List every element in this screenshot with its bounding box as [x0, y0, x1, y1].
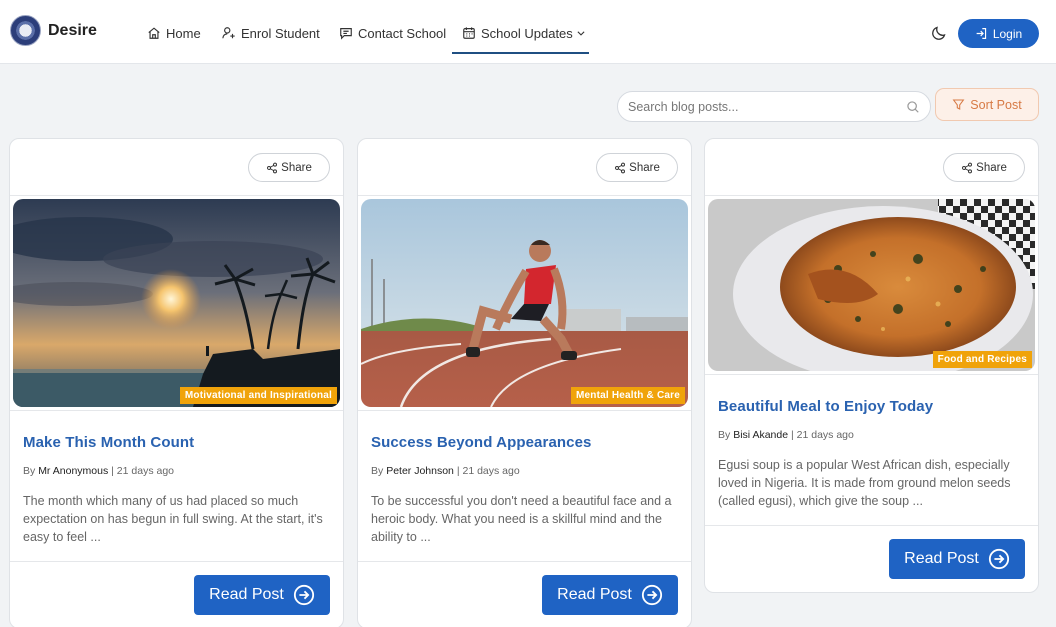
by-label: By [371, 465, 384, 477]
read-post-button[interactable]: Read Post [889, 539, 1025, 579]
post-image[interactable]: Motivational and Inspirational [13, 199, 340, 407]
nav-home[interactable]: Home [147, 24, 201, 42]
share-label: Share [976, 161, 1007, 174]
nav-home-label: Home [166, 25, 201, 41]
login-label: Login [992, 26, 1023, 41]
read-post-button[interactable]: Read Post [542, 575, 678, 615]
share-button[interactable]: Share [943, 153, 1025, 182]
blog-card: Share Motivational and Inspirational Mak… [9, 138, 344, 627]
login-button[interactable]: Login [958, 19, 1039, 48]
by-label: By [23, 465, 36, 477]
read-post-label: Read Post [904, 550, 979, 567]
post-author: Mr Anonymous [38, 465, 109, 477]
blog-card: Share Mental Health & Care Success Beyon… [357, 138, 692, 627]
card-header: Share [10, 139, 343, 196]
sort-label: Sort Post [970, 97, 1022, 112]
card-body: Beautiful Meal to Enjoy Today By Bisi Ak… [705, 374, 1038, 526]
card-header: Share [358, 139, 691, 196]
chat-icon [340, 28, 352, 40]
card-body: Make This Month Count By Mr Anonymous | … [10, 410, 343, 562]
by-label: By [718, 429, 731, 441]
blog-card: Share Food and Recipes Beautiful Meal to… [704, 138, 1039, 593]
login-icon [976, 28, 986, 39]
read-post-label: Read Post [209, 586, 284, 603]
runner-image [361, 199, 688, 407]
share-button[interactable]: Share [596, 153, 678, 182]
post-excerpt: To be successful you don't need a beauti… [371, 494, 672, 544]
share-icon [267, 162, 278, 173]
category-badge[interactable]: Mental Health & Care [570, 387, 685, 404]
post-meta: By Peter Johnson | 21 days ago [371, 465, 678, 477]
post-author: Bisi Akande [733, 429, 789, 441]
share-icon [962, 162, 973, 173]
brand[interactable]: Desire [10, 15, 97, 46]
search-icon[interactable] [906, 100, 920, 114]
post-image[interactable]: Mental Health & Care [361, 199, 688, 407]
search-input[interactable] [628, 99, 906, 114]
post-title[interactable]: Success Beyond Appearances [371, 434, 678, 451]
post-meta: By Mr Anonymous | 21 days ago [23, 465, 330, 477]
card-body: Success Beyond Appearances By Peter John… [358, 410, 691, 562]
school-logo [10, 15, 41, 46]
post-excerpt: The month which many of us had placed so… [23, 494, 323, 544]
post-meta: By Bisi Akande | 21 days ago [718, 429, 1025, 441]
top-navbar: Desire Home Enrol Student Contact School… [0, 0, 1056, 64]
share-icon [615, 162, 626, 173]
chevron-down-icon [577, 31, 585, 36]
egusi-soup-image [708, 199, 1035, 371]
card-header: Share [705, 139, 1038, 196]
arrow-circle-right-icon [988, 548, 1009, 570]
arrow-circle-right-icon [293, 584, 314, 606]
nav-contact-label: Contact School [358, 25, 447, 41]
nav-enrol-student[interactable]: Enrol Student [222, 24, 320, 42]
post-date: 21 days ago [116, 465, 175, 477]
share-label: Share [629, 161, 660, 174]
share-button[interactable]: Share [248, 153, 330, 182]
read-post-button[interactable]: Read Post [194, 575, 330, 615]
brand-name: Desire [48, 21, 97, 39]
post-image[interactable]: Food and Recipes [708, 199, 1035, 371]
nav-contact-school[interactable]: Contact School [339, 24, 446, 42]
calendar-icon [463, 27, 475, 39]
meta-separator: | [790, 429, 794, 441]
nav-school-updates[interactable]: School Updates [462, 24, 591, 42]
user-plus-icon [222, 27, 235, 39]
sunset-beach-image [13, 199, 340, 407]
share-label: Share [281, 161, 312, 174]
nav-enrol-label: Enrol Student [241, 25, 320, 41]
post-title[interactable]: Beautiful Meal to Enjoy Today [718, 398, 1025, 415]
meta-separator: | [456, 465, 460, 477]
filter-icon [952, 99, 965, 110]
search-bar [617, 91, 931, 122]
post-title[interactable]: Make This Month Count [23, 434, 330, 451]
category-badge[interactable]: Food and Recipes [932, 351, 1032, 368]
card-footer: Read Post [10, 562, 343, 627]
category-badge[interactable]: Motivational and Inspirational [179, 387, 337, 404]
post-date: 21 days ago [462, 465, 520, 477]
sort-post-button[interactable]: Sort Post [935, 88, 1039, 121]
home-icon [148, 27, 160, 39]
active-nav-indicator [452, 52, 589, 54]
meta-separator: | [111, 465, 114, 477]
arrow-circle-right-icon [641, 584, 662, 606]
post-author: Peter Johnson [386, 465, 454, 477]
card-footer: Read Post [358, 562, 691, 627]
read-post-label: Read Post [557, 586, 632, 603]
post-excerpt: Egusi soup is a popular West African dis… [718, 458, 1011, 508]
post-date: 21 days ago [796, 429, 854, 441]
moon-icon[interactable] [931, 25, 947, 41]
nav-updates-label: School Updates [481, 25, 573, 41]
card-footer: Read Post [705, 526, 1038, 592]
